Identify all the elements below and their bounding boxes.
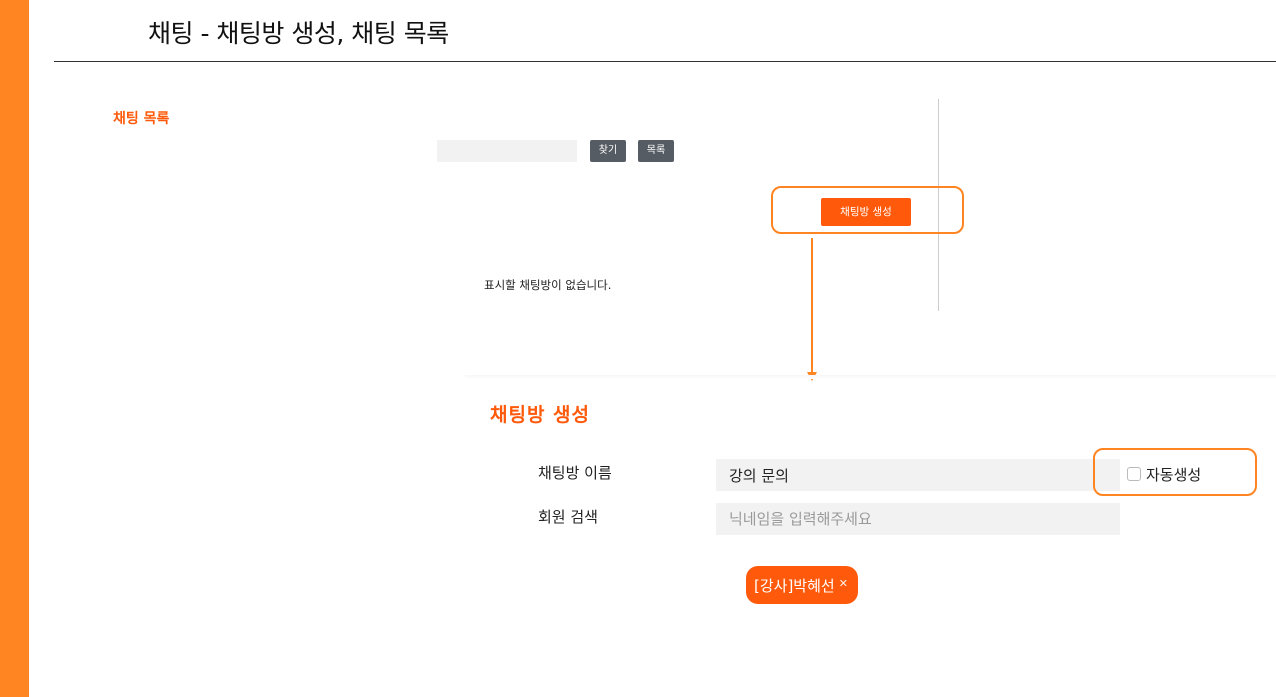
empty-chatroom-message: 표시할 채팅방이 없습니다.	[484, 278, 612, 292]
chat-list-heading: 채팅 목록	[113, 111, 170, 127]
member-tag-name: [강사]박혜선	[754, 576, 835, 595]
page-title: 채팅 - 채팅방 생성, 채팅 목록	[148, 19, 449, 48]
create-panel-title: 채팅방 생성	[490, 404, 591, 426]
auto-create-label[interactable]: 자동생성	[1146, 464, 1201, 485]
create-chatroom-button[interactable]: 채팅방 생성	[821, 198, 911, 226]
list-button[interactable]: 목록	[638, 140, 674, 162]
room-name-input[interactable]	[716, 459, 1120, 491]
member-search-label: 회원 검색	[538, 508, 598, 526]
header-divider	[54, 61, 1276, 62]
room-name-label: 채팅방 이름	[538, 464, 612, 482]
member-search-input[interactable]	[716, 503, 1120, 535]
chat-search-input[interactable]	[437, 140, 577, 162]
callout-arrow	[811, 238, 813, 372]
selected-member-tag: [강사]박혜선 ✕	[746, 566, 858, 604]
find-button[interactable]: 찾기	[590, 140, 626, 162]
left-accent-bar	[0, 0, 29, 697]
close-icon[interactable]: ✕	[839, 578, 848, 589]
panel-top-divider	[465, 375, 1276, 379]
auto-create-checkbox[interactable]	[1127, 467, 1141, 481]
